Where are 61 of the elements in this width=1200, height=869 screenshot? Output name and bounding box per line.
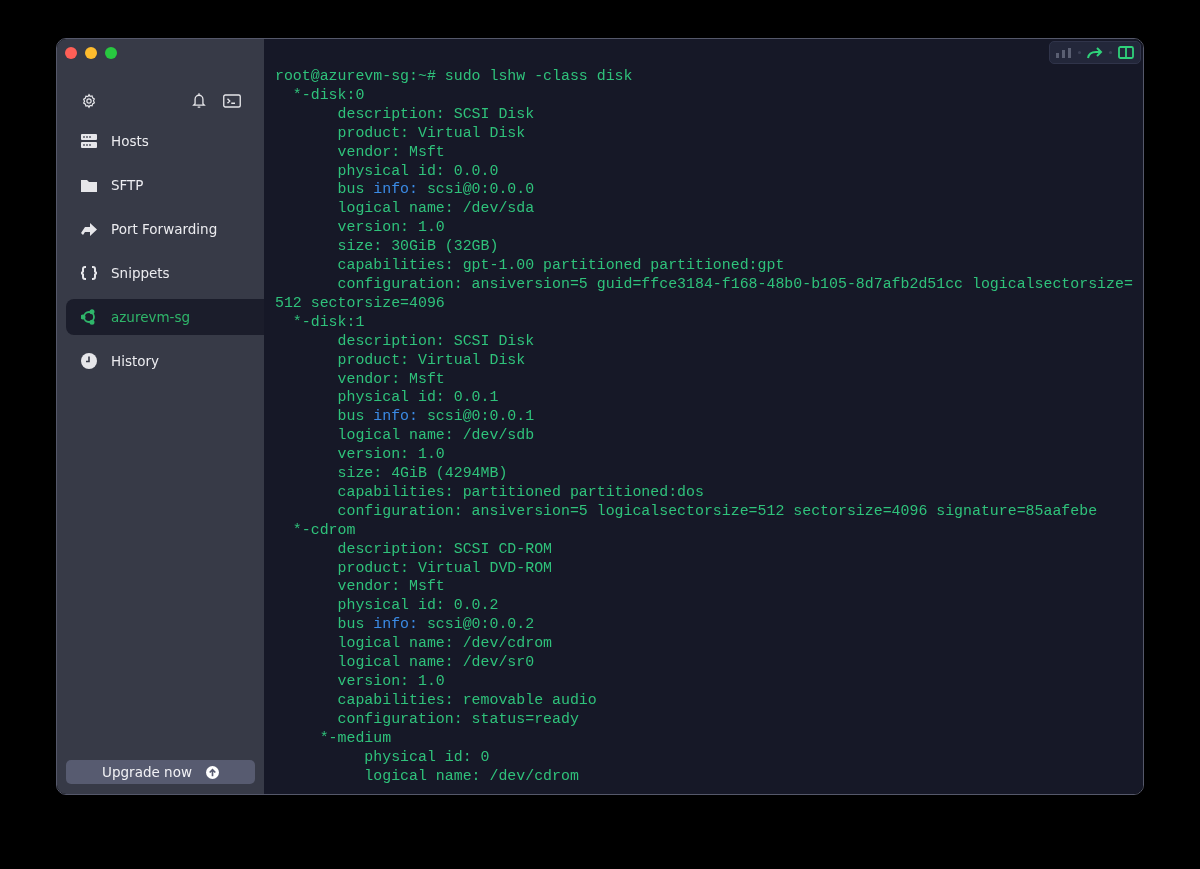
terminal-icon[interactable] [223,93,241,108]
terminal-line: size: 30GiB (32GB) [336,237,499,257]
signal-bars-icon [1056,47,1072,58]
braces-icon [81,266,97,280]
terminal-line: *-cdrom [291,520,356,540]
terminal-line: vendor: Msft [336,142,445,162]
terminal-line: version: 1.0 [336,445,445,465]
terminal-line: logical name: /dev/sr0 [336,653,535,672]
terminal-line: bus info: scsi@0:0.0.0 [336,180,535,200]
terminal-line: capabilities: gpt-1.00 partitioned partitioned:gpt [336,256,785,275]
terminal-line: product: Virtual DVD-ROM [336,558,552,578]
terminal-line: capabilities: removable audio [336,690,597,710]
terminal-line: product: Virtual Disk [336,123,526,143]
terminal-line: root@azurevm-sg:~# sudo lshw -class disk [275,67,633,86]
terminal-line: configuration: ansiversion=5 logicalsectorsize=512 sectorsize=4096 signature=85aafebe [336,501,1098,521]
sidebar-item[interactable]: Snippets [66,255,264,291]
terminal-line: version: 1.0 [336,672,445,691]
terminal-line: bus info: scsi@0:0.0.2 [336,615,535,635]
terminal-line: physical id: 0 [363,747,490,767]
terminal-line: bus info: scsi@0:0.0.1 [336,407,535,427]
terminal-line: configuration: ansiversion=5 guid=ffce3184-f168-48b0-b105-8d7afb2d51cc logicalsectorsize= [336,274,1133,294]
terminal-line: logical name: /dev/sdb [336,426,535,446]
terminal-line: physical id: 0.0.2 [336,596,499,616]
terminal-line: logical name: /dev/sda [336,199,535,219]
forward-arrow-icon [81,222,97,236]
terminal-line: description: SCSI CD-ROM [336,539,552,559]
terminal-line: version: 1.0 [336,218,445,238]
terminal-line: capabilities: partitioned partitioned:dos [336,482,704,502]
terminal-line: configuration: status=ready [336,709,579,729]
terminal-line: vendor: Msft [336,577,445,597]
terminal-line: product: Virtual Disk [336,350,526,370]
zoom-window-button[interactable] [105,47,117,59]
terminal-line: *-medium [318,728,392,748]
sidebar-item[interactable]: SFTP [66,167,264,203]
folder-icon [81,178,97,192]
bell-icon[interactable] [191,92,207,109]
sidebar-item[interactable]: Hosts [66,123,264,159]
clock-icon [81,353,97,369]
share-arrow-icon[interactable] [1087,46,1103,59]
server-icon [81,133,97,149]
terminal-line: 512 sectorsize=4096 [275,293,445,313]
terminal-line: physical id: 0.0.1 [336,388,499,408]
sidebar-item[interactable]: azurevm-sg [66,299,264,335]
terminal-line: logical name: /dev/cdrom [363,766,579,786]
sidebar-item[interactable]: History [66,343,264,379]
terminal-line: *-disk:1 [291,312,365,332]
terminal-line: physical id: 0.0.0 [336,161,499,181]
terminal-line: vendor: Msft [336,369,445,389]
sidebar-item[interactable]: Port Forwarding [66,211,264,247]
circle-of-friends-icon [81,309,97,325]
split-view-icon[interactable] [1118,46,1134,59]
terminal-line: size: 4GiB (4294MB) [336,464,508,483]
terminal-line: description: SCSI Disk [336,331,535,351]
upgrade-button[interactable]: Upgrade now [66,760,255,784]
terminal-line: *-disk:0 [291,85,365,105]
up-arrow-icon [205,765,219,779]
terminal-line: description: SCSI Disk [336,104,535,124]
minimize-window-button[interactable] [85,47,97,59]
close-window-button[interactable] [65,47,77,59]
settings-icon[interactable] [81,92,97,109]
terminal-line: logical name: /dev/cdrom [336,634,552,654]
